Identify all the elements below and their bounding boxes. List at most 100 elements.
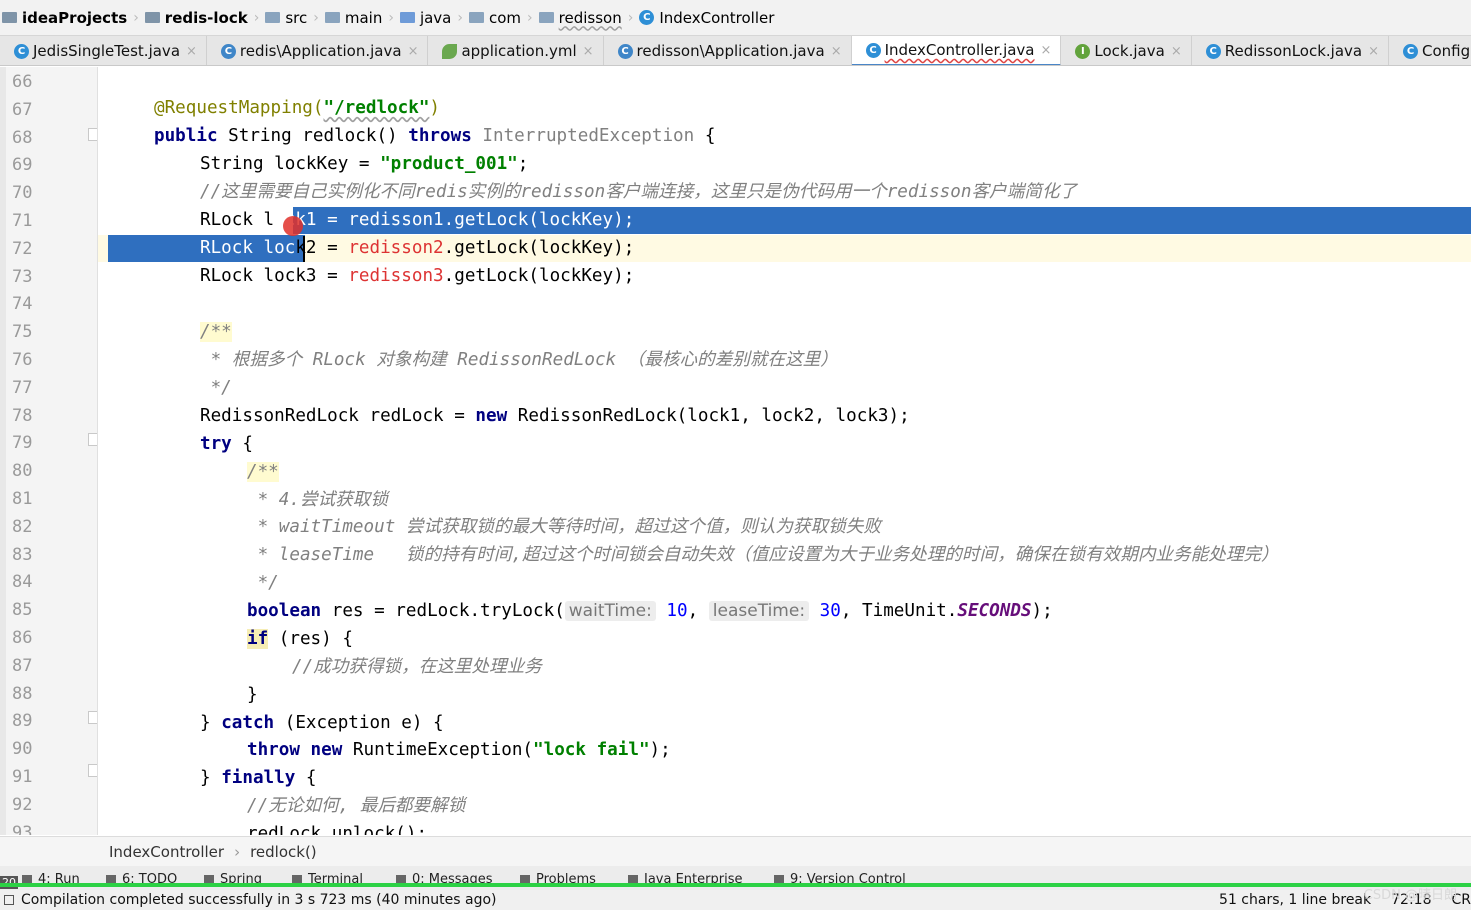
code-line-82: * waitTimeout 尝试获取锁的最大等待时间，超过这个值，则认为获取锁失… [247, 517, 881, 537]
watermark: CSDN @晴日朗 [1363, 888, 1457, 903]
code-line-79: try { [200, 434, 253, 454]
code-line-85: boolean res = redLock.tryLock(waitTime: … [247, 601, 1053, 621]
line-number: 91 [12, 767, 33, 787]
line-number: 93 [12, 822, 33, 835]
crumb-indexcontroller[interactable]: C IndexController [637, 0, 778, 35]
param-hint-leasetime: leaseTime: [708, 601, 810, 621]
package-icon [538, 12, 554, 23]
close-icon[interactable]: × [583, 44, 594, 59]
code-line-83: * leaseTime 锁的持有时间,超过这个时间锁会自动失效（值应设置为大于业… [247, 545, 1279, 565]
code-line-68: public String redlock() throws Interrupt… [154, 126, 716, 146]
crumb-src[interactable]: src › [263, 0, 323, 35]
code-line-72: RLock lock2 = redisson2.getLock(lockKey)… [200, 238, 635, 258]
fold-marker[interactable] [88, 764, 97, 777]
code-line-69: String lockKey = "product_001"; [200, 154, 529, 174]
close-icon[interactable]: × [1041, 43, 1052, 58]
line-number: 71 [12, 211, 33, 231]
spring-class-icon: C [617, 43, 633, 59]
crumb-ideaprojects[interactable]: ideaProjects › [0, 0, 143, 35]
param-hint-waittime: waitTime: [564, 601, 656, 621]
close-icon[interactable]: × [831, 44, 842, 59]
folder-icon [2, 12, 17, 23]
class-icon: C [1403, 43, 1419, 59]
status-toggle-icon[interactable] [4, 895, 14, 905]
yml-leaf-icon [442, 43, 458, 59]
code-breadcrumb: IndexController › redlock() [0, 836, 1471, 866]
tab-config[interactable]: CConfig.java× [1389, 36, 1471, 65]
line-number: 86 [12, 628, 33, 648]
line-number: 79 [12, 433, 33, 454]
class-icon: C [639, 10, 655, 25]
line-number: 87 [12, 655, 33, 676]
line-number-gutter[interactable]: 66 67 68 69 70 71 72 73 74 75 76 77 78 79 80 81 82 83 84 85… [6, 67, 98, 835]
code-line-75: /** [200, 322, 232, 342]
close-icon[interactable]: × [186, 44, 197, 59]
code-line-86: if (res) { [247, 629, 353, 649]
status-message[interactable]: Compilation completed successfully in 3 … [21, 892, 497, 908]
code-line-88: } [247, 685, 258, 705]
tab-redissonlock[interactable]: C RedissonLock.java × [1192, 36, 1390, 65]
tab-redisson-application[interactable]: Credisson\Application.java × [604, 36, 852, 65]
crumb-redis-lock[interactable]: redis-lock › [143, 0, 264, 35]
tab-jedissingletest[interactable]: C JedisSingleTest.java × [0, 36, 207, 65]
tab-indexcontroller[interactable]: C IndexController.java × [851, 36, 1062, 65]
code-line-71: RLock lock1 = redisson1.getLock(lockKey)… [200, 210, 635, 230]
line-number: 77 [12, 377, 33, 398]
code-editor[interactable]: @RequestMapping("/redlock") public Strin… [98, 67, 1471, 835]
tab-redis-application[interactable]: Credis\Application.java × [207, 36, 429, 65]
line-number: 84 [12, 572, 33, 593]
editor-tabs: C JedisSingleTest.java × Credis\Applicatio… [0, 36, 1471, 66]
line-number: 83 [12, 544, 33, 565]
line-number: 66 [12, 72, 33, 92]
code-line-81: * 4.尝试获取锁 [247, 490, 388, 510]
code-line-77: */ [200, 378, 232, 398]
class-icon: C [865, 42, 881, 58]
code-line-87: //成功获得锁，在这里处理业务 [292, 657, 542, 677]
selection-info: 51 chars, 1 line break [1219, 892, 1372, 908]
line-number: 81 [12, 489, 33, 509]
class-icon: C [1205, 43, 1221, 59]
text-caret [303, 236, 305, 262]
code-line-91: } finally { [200, 768, 317, 788]
source-folder-icon [399, 12, 415, 23]
class-icon: C [14, 43, 29, 59]
crumb-redisson[interactable]: redisson › [537, 0, 638, 35]
folder-icon [265, 12, 281, 23]
interface-icon: I [1075, 43, 1091, 59]
line-number: 88 [12, 683, 33, 704]
crumb-main[interactable]: main › [323, 0, 398, 35]
line-number: 85 [12, 600, 33, 621]
module-icon [144, 12, 160, 23]
chevron-right-icon: › [234, 842, 241, 861]
line-number: 69 [12, 155, 33, 176]
fold-marker[interactable] [88, 128, 97, 141]
close-icon[interactable]: × [408, 44, 419, 59]
line-number: 76 [12, 350, 33, 370]
build-success-bar [0, 883, 1471, 887]
code-line-80: /** [247, 462, 279, 482]
code-line-92: //无论如何, 最后都要解锁 [247, 796, 466, 816]
code-line-70: //这里需要自己实例化不同redis实例的redisson客户端连接，这里只是伪… [200, 182, 1078, 202]
code-line-89: } catch (Exception e) { [200, 713, 444, 733]
tab-lock[interactable]: I Lock.java × [1061, 36, 1192, 65]
code-line-67: @RequestMapping("/redlock") [154, 98, 441, 118]
close-icon[interactable]: × [1368, 44, 1379, 59]
line-number: 82 [12, 516, 33, 537]
line-number: 73 [12, 266, 33, 287]
fold-marker[interactable] [88, 433, 97, 446]
code-line-90: throw new RuntimeException("lock fail"); [247, 740, 671, 760]
code-line-76: * 根据多个 RLock 对象构建 RedissonRedLock （最核心的差… [200, 350, 838, 370]
mouse-click-indicator [283, 216, 303, 236]
line-number: 80 [12, 461, 33, 482]
navigation-bar: ideaProjects › redis-lock › src › main › jav… [0, 0, 1471, 36]
crumb-java[interactable]: java › [398, 0, 467, 35]
crumb-com[interactable]: com › [467, 0, 537, 35]
line-number: 74 [12, 294, 33, 315]
code-crumb-method[interactable]: redlock() [250, 843, 317, 861]
close-icon[interactable]: × [1171, 44, 1182, 59]
fold-marker[interactable] [88, 711, 97, 724]
line-number: 75 [12, 322, 33, 343]
tab-application-yml[interactable]: application.yml × [428, 36, 604, 65]
code-crumb-class[interactable]: IndexController [109, 843, 224, 861]
folder-icon [324, 12, 340, 23]
